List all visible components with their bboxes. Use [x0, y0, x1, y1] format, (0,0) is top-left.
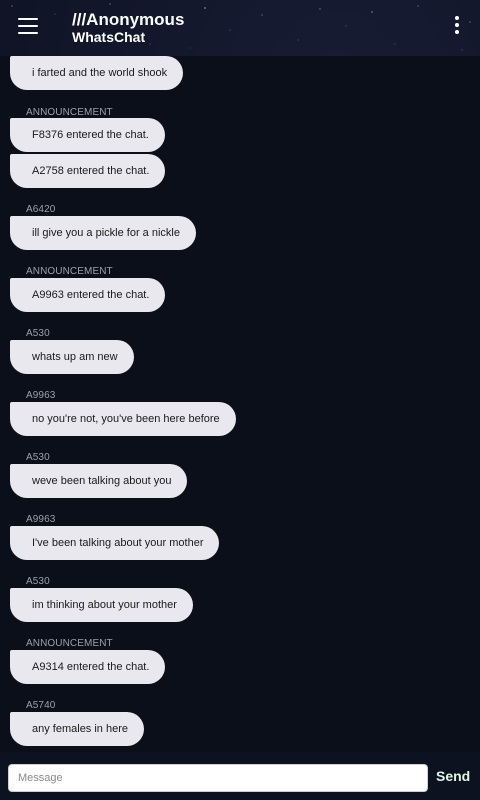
send-button[interactable]: Send — [436, 768, 470, 784]
message-composer: Send — [0, 752, 480, 800]
message-bubble: any females in here — [10, 712, 144, 746]
hamburger-menu-icon[interactable] — [18, 18, 38, 34]
message-bubble: A2758 entered the chat. — [10, 154, 166, 188]
message-bubble: A9963 entered the chat. — [10, 278, 166, 312]
message-bubble: no you're not, you've been here before — [10, 402, 236, 436]
chat-message-list[interactable]: i farted and the world shook ANNOUNCEMEN… — [0, 56, 480, 752]
message-bubble: A9314 entered the chat. — [10, 650, 166, 684]
message-sender: ANNOUNCEMENT — [26, 638, 113, 649]
message-sender: A530 — [26, 328, 50, 339]
message-sender: A6420 — [26, 204, 56, 215]
message-bubble: weve been talking about you — [10, 464, 188, 498]
more-vert-icon[interactable] — [454, 16, 460, 36]
message-bubble: F8376 entered the chat. — [10, 118, 165, 152]
message-bubble: im thinking about your mother — [10, 588, 193, 622]
app-subtitle: WhatsChat — [72, 29, 146, 45]
message-sender: ANNOUNCEMENT — [26, 266, 113, 277]
message-bubble: ill give you a pickle for a nickle — [10, 216, 196, 250]
message-sender: A530 — [26, 452, 50, 463]
message-bubble: whats up am new — [10, 340, 134, 374]
app-header: ///Anonymous WhatsChat — [0, 0, 480, 56]
message-sender: A9963 — [26, 514, 56, 525]
app-title: ///Anonymous — [72, 10, 185, 29]
message-sender: A9963 — [26, 390, 56, 401]
message-sender: A5740 — [26, 700, 56, 711]
message-bubble: I've been talking about your mother — [10, 526, 220, 560]
message-input[interactable] — [8, 764, 428, 792]
message-bubble: i farted and the world shook — [10, 56, 184, 90]
message-sender: A530 — [26, 576, 50, 587]
